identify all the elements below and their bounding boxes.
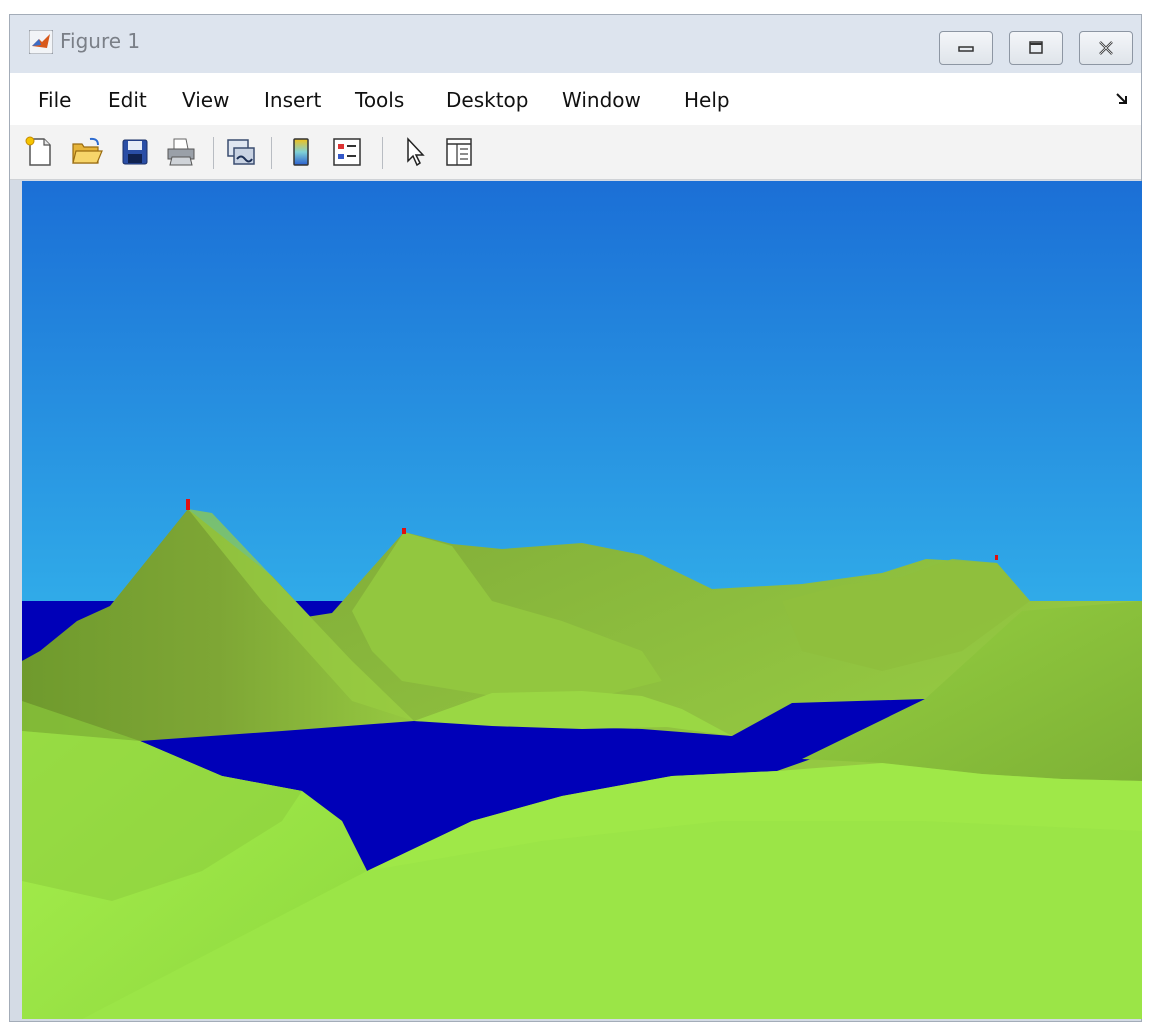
property-inspector-button[interactable] xyxy=(442,135,476,169)
toolbar-separator xyxy=(271,137,272,169)
figure-window: Figure 1 File Edit View Insert Tools Des… xyxy=(9,14,1142,1022)
figure-toolbar xyxy=(10,125,1141,180)
menu-insert[interactable]: Insert xyxy=(264,87,321,113)
edit-plot-button[interactable] xyxy=(398,135,432,169)
menu-view[interactable]: View xyxy=(182,87,229,113)
window-title: Figure 1 xyxy=(60,29,141,53)
menu-edit[interactable]: Edit xyxy=(108,87,147,113)
legend-icon xyxy=(333,138,361,166)
peak-marker xyxy=(995,555,998,560)
close-button[interactable] xyxy=(1079,31,1133,65)
matlab-logo-icon xyxy=(28,29,54,55)
pointer-arrow-icon xyxy=(407,137,425,167)
peak-marker xyxy=(186,499,190,510)
toolbar-separator xyxy=(382,137,383,169)
menu-bar: File Edit View Insert Tools Desktop Wind… xyxy=(10,73,1141,126)
save-disk-icon xyxy=(122,139,148,165)
menu-help[interactable]: Help xyxy=(684,87,730,113)
colorbar-icon xyxy=(293,138,309,166)
link-plot-button[interactable] xyxy=(224,135,258,169)
print-figure-button[interactable] xyxy=(164,135,198,169)
insert-colorbar-button[interactable] xyxy=(284,135,318,169)
open-file-button[interactable] xyxy=(70,135,104,169)
link-plot-icon xyxy=(227,139,255,165)
new-file-icon xyxy=(25,136,51,166)
save-figure-button[interactable] xyxy=(118,135,152,169)
close-icon xyxy=(1099,41,1113,55)
menu-tools[interactable]: Tools xyxy=(355,87,404,113)
dock-arrow-icon[interactable] xyxy=(1115,91,1129,105)
new-figure-button[interactable] xyxy=(22,135,56,169)
figure-canvas[interactable] xyxy=(22,181,1142,1019)
title-bar[interactable]: Figure 1 xyxy=(10,15,1141,73)
insert-legend-button[interactable] xyxy=(330,135,364,169)
property-inspector-icon xyxy=(446,138,472,166)
toolbar-separator xyxy=(213,137,214,169)
menu-file[interactable]: File xyxy=(38,87,71,113)
peak-marker xyxy=(402,528,406,534)
menu-desktop[interactable]: Desktop xyxy=(446,87,528,113)
menu-window[interactable]: Window xyxy=(562,87,641,113)
minimize-icon xyxy=(958,46,974,52)
printer-icon xyxy=(167,138,195,166)
open-folder-icon xyxy=(72,137,103,164)
terrain-scene xyxy=(22,181,1142,1019)
minimize-button[interactable] xyxy=(939,31,993,65)
maximize-button[interactable] xyxy=(1009,31,1063,65)
maximize-icon xyxy=(1029,41,1043,54)
